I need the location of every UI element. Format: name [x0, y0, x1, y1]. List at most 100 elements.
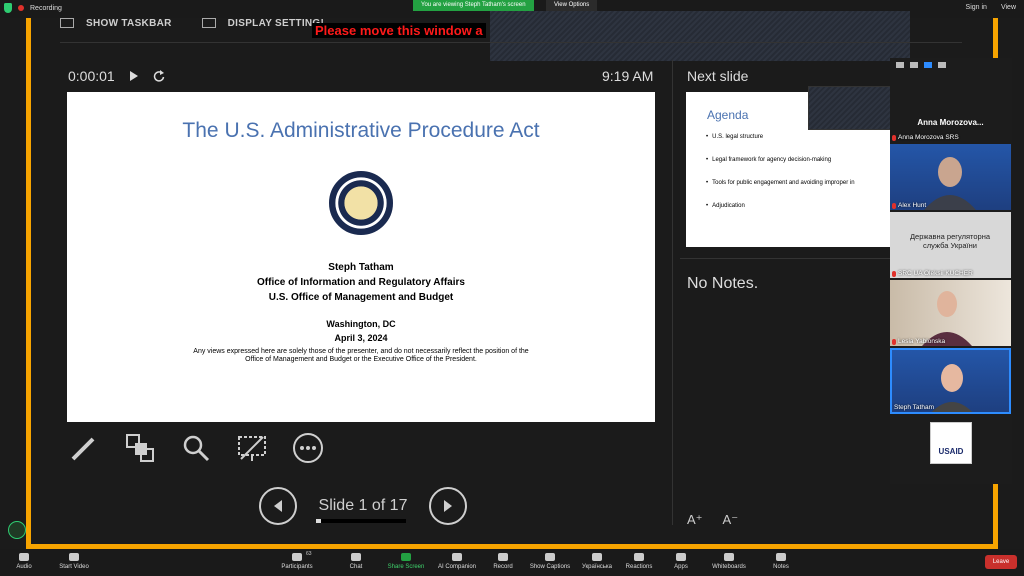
reset-icon[interactable] — [153, 70, 165, 82]
location-date: Washington, DC April 3, 2024 — [67, 317, 655, 345]
record-dot-icon — [18, 5, 24, 11]
zoom-icon[interactable] — [180, 432, 212, 464]
slide-counter: Slide 1 of 17 — [318, 497, 408, 514]
clock: 9:19 AM — [602, 68, 654, 84]
previous-slide-button[interactable] — [259, 487, 297, 525]
participant-name: SRC UA Oleksii KUCHER — [892, 270, 973, 277]
sign-in-button[interactable]: Sign in — [966, 4, 987, 11]
speaker-view-icon[interactable] — [924, 62, 932, 68]
participants-button[interactable]: Participants — [272, 553, 322, 570]
view-options-button[interactable]: View Options — [546, 0, 598, 11]
muted-mic-icon — [892, 134, 896, 141]
divider — [672, 60, 673, 525]
active-speaker-name: Anna Morozova... — [917, 118, 984, 127]
participants-count: 63 — [306, 551, 312, 557]
divider — [680, 258, 890, 259]
microphone-icon — [19, 553, 29, 561]
increase-font-icon[interactable]: A⁺ — [687, 512, 703, 528]
gallery-view-icon[interactable] — [938, 62, 946, 68]
slide-date: April 3, 2024 — [334, 333, 388, 343]
whiteboard-icon — [724, 553, 734, 561]
start-video-button[interactable]: Start Video — [49, 553, 99, 570]
cc-icon — [545, 553, 555, 561]
chat-button[interactable]: Chat — [331, 553, 381, 570]
timer-value: 0:00:01 — [68, 68, 115, 84]
captions-button[interactable]: Show Captions — [525, 553, 575, 570]
participant-name: Lesia Yablonska — [892, 338, 945, 345]
notes-font-controls: A⁺ A⁻ — [687, 512, 738, 528]
share-screen-button[interactable]: Share Screen — [381, 553, 431, 570]
thumbnail-icon[interactable] — [910, 62, 918, 68]
slide-progress-bar — [316, 519, 406, 523]
apps-button[interactable]: Apps — [656, 553, 706, 570]
disclaimer: Any views expressed here are solely thos… — [193, 348, 529, 363]
participant-tile[interactable]: Anna Morozova... Anna Morozova SRS — [890, 76, 1011, 142]
show-taskbar-label: SHOW TASKBAR — [86, 18, 172, 29]
participant-name: Anna Morozova SRS — [892, 134, 959, 141]
video-camera-icon — [69, 553, 79, 561]
view-button[interactable]: View — [1001, 4, 1016, 11]
presenter-agency: U.S. Office of Management and Budget — [268, 292, 454, 303]
chevron-left-icon — [274, 500, 282, 512]
participant-tile[interactable]: Alex Hunt — [890, 144, 1011, 210]
more-options-icon[interactable] — [292, 432, 324, 464]
recording-label: Recording — [30, 4, 62, 12]
show-taskbar-button[interactable]: SHOW TASKBAR — [60, 18, 172, 29]
presenter-name: Steph Tatham — [328, 262, 394, 273]
record-button[interactable]: Record — [478, 553, 528, 570]
whiteboards-button[interactable]: Whiteboards — [704, 553, 754, 570]
participant-tile[interactable]: USAID — [890, 416, 1011, 482]
language-icon — [592, 553, 602, 561]
share-screen-icon — [401, 553, 411, 561]
display-settings-label: DISPLAY SETTING! — [227, 18, 325, 29]
recording-indicator[interactable]: Recording — [4, 3, 62, 13]
muted-mic-icon — [892, 202, 896, 209]
taskbar-icon — [60, 18, 74, 29]
gear-icon — [201, 18, 216, 29]
obscured-region — [490, 11, 910, 61]
slide-city: Washington, DC — [326, 319, 396, 329]
audio-button[interactable]: Audio — [0, 553, 49, 570]
notes-button[interactable]: Notes — [756, 553, 806, 570]
slide-progress-fill — [316, 519, 322, 523]
ukr-sign: Державна регуляторна служба України — [909, 232, 991, 250]
participant-name: Alex Hunt — [892, 202, 926, 209]
next-slide-button[interactable] — [429, 487, 467, 525]
agenda-item: Adjudication — [706, 203, 855, 226]
slides-grid-icon[interactable] — [124, 432, 156, 464]
current-slide: The U.S. Administrative Procedure Act St… — [67, 92, 655, 422]
pencil-icon[interactable] — [8, 521, 26, 539]
presenter-office: Office of Information and Regulatory Aff… — [257, 277, 465, 288]
agenda-item: Tools for public engagement and avoiding… — [706, 180, 854, 203]
pen-icon[interactable] — [68, 432, 100, 464]
participant-tile[interactable]: Державна регуляторна служба України SRC … — [890, 212, 1011, 278]
muted-mic-icon — [892, 270, 896, 277]
participant-tile[interactable]: Steph Tatham — [890, 348, 1011, 414]
move-window-warning: Please move this window a — [312, 23, 486, 38]
muted-mic-icon — [892, 338, 896, 345]
ai-companion-button[interactable]: AI Companion — [432, 553, 482, 570]
next-slide-label: Next slide — [687, 68, 749, 84]
display-settings-button[interactable]: DISPLAY SETTING! — [201, 18, 325, 29]
leave-button[interactable]: Leave — [985, 555, 1017, 569]
minimize-icon[interactable] — [896, 62, 904, 68]
video-frame — [924, 157, 976, 210]
participant-name: Steph Tatham — [894, 404, 934, 411]
agenda-item: U.S. legal structure — [706, 134, 855, 157]
zoom-window: Recording You are viewing Steph Tatham's… — [0, 0, 1024, 576]
black-screen-icon[interactable] — [236, 432, 268, 464]
chat-icon — [351, 553, 361, 561]
decrease-font-icon[interactable]: A⁻ — [723, 512, 739, 528]
slide-tools — [68, 432, 324, 464]
participant-gallery: Anna Morozova... Anna Morozova SRS Alex … — [890, 58, 1012, 484]
presenter-toolbar: SHOW TASKBAR DISPLAY SETTING! — [60, 18, 324, 29]
divider — [60, 42, 962, 43]
participant-tile[interactable]: Lesia Yablonska — [890, 280, 1011, 346]
slideshow-timer: 0:00:01 — [68, 68, 165, 84]
shield-icon — [4, 3, 12, 13]
viewing-banner: You are viewing Steph Tatham's screen — [413, 0, 534, 11]
play-icon[interactable] — [129, 70, 139, 82]
people-icon — [292, 553, 302, 561]
agenda-title: Agenda — [707, 108, 749, 122]
meeting-controls: Audio Start Video Participants 63 Chat S… — [0, 549, 1024, 576]
